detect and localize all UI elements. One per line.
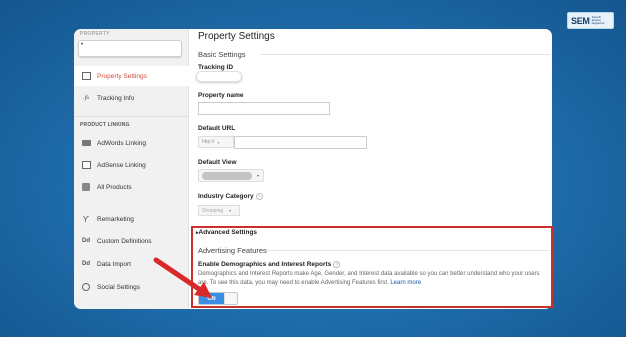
industry-category-text: Industry Category bbox=[198, 193, 254, 201]
sidebar-item-remarketing[interactable]: ϒ Remarketing bbox=[74, 209, 189, 229]
chevron-down-icon: ▾ bbox=[257, 173, 260, 178]
dd-icon: Dd bbox=[82, 238, 90, 244]
remarketing-icon: ϒ bbox=[82, 214, 90, 224]
adsense-icon bbox=[81, 161, 91, 169]
annotation-arrow-icon bbox=[153, 257, 212, 298]
table-icon bbox=[81, 72, 91, 80]
sidebar-item-all-products[interactable]: All Products bbox=[74, 177, 189, 197]
url-protocol-value: http:// bbox=[202, 139, 215, 145]
url-protocol-select[interactable]: http:// ▾ bbox=[198, 136, 234, 148]
logo-text: SEM bbox=[571, 15, 590, 26]
help-icon[interactable]: ? bbox=[255, 193, 263, 200]
section-product-linking: PRODUCT LINKING bbox=[80, 122, 130, 128]
sidebar-item-property-settings[interactable]: Property Settings bbox=[74, 66, 190, 86]
sidebar-item-label: Social Settings bbox=[97, 283, 140, 291]
sidebar-item-label: Tracking Info bbox=[97, 94, 135, 102]
page-title: Property Settings bbox=[198, 31, 275, 42]
adwords-icon bbox=[81, 139, 91, 147]
industry-category-value: Shopping bbox=[202, 207, 224, 214]
help-icon[interactable]: ? bbox=[333, 261, 341, 268]
sidebar-item-tracking-info[interactable]: .js Tracking Info bbox=[74, 88, 189, 108]
tracking-id-label: Tracking ID bbox=[198, 64, 234, 71]
default-view-value bbox=[202, 171, 252, 180]
default-view-label: Default View bbox=[198, 159, 237, 166]
sidebar-item-label: Remarketing bbox=[97, 215, 134, 223]
tracking-id-value bbox=[196, 71, 242, 82]
basic-settings-heading: Basic Settings bbox=[198, 50, 246, 59]
sidebar-item-label: All Products bbox=[97, 183, 132, 191]
advanced-settings-toggle[interactable]: ▸Advanced Settings bbox=[196, 229, 257, 236]
section-divider bbox=[260, 54, 550, 55]
logo-subtext: Search Engine Magazine bbox=[591, 15, 605, 25]
dd-icon: Dd bbox=[82, 261, 90, 267]
default-url-label: Default URL bbox=[198, 125, 236, 132]
sidebar-item-adwords-linking[interactable]: AdWords Linking bbox=[74, 133, 189, 153]
industry-category-select[interactable]: Shopping ▾ bbox=[198, 205, 240, 216]
sidebar-item-label: Custom Definitions bbox=[97, 237, 152, 245]
advanced-settings-label: Advanced Settings bbox=[198, 229, 258, 236]
chevron-down-icon: ▾ bbox=[229, 208, 232, 213]
property-selector-value: • bbox=[81, 42, 84, 48]
sidebar-item-adsense-linking[interactable]: AdSense Linking bbox=[74, 155, 189, 175]
sidebar-divider bbox=[74, 116, 189, 117]
industry-category-label: Industry Category? bbox=[198, 193, 263, 200]
demographics-description-text: Demographics and Interest Reports make A… bbox=[198, 271, 540, 286]
sidebar-item-custom-definitions[interactable]: Dd Custom Definitions bbox=[74, 231, 189, 251]
js-icon: .js bbox=[83, 95, 89, 101]
demographics-description: Demographics and Interest Reports make A… bbox=[198, 270, 550, 288]
toggle-knob bbox=[224, 293, 237, 304]
sidebar-item-label: AdSense Linking bbox=[97, 161, 146, 169]
property-name-input[interactable] bbox=[198, 102, 330, 115]
sidebar-item-label: Property Settings bbox=[97, 72, 147, 80]
section-divider bbox=[266, 250, 550, 251]
property-name-label: Property name bbox=[198, 92, 244, 99]
sem-logo: SEM Search Engine Magazine bbox=[567, 12, 614, 29]
sidebar-item-label: Data Import bbox=[97, 260, 131, 268]
sidebar-item-label: AdWords Linking bbox=[97, 139, 147, 147]
default-url-input[interactable] bbox=[234, 136, 367, 149]
default-view-select[interactable]: ▾ bbox=[198, 169, 264, 182]
chevron-down-icon: ▾ bbox=[217, 139, 220, 145]
property-selector[interactable]: • bbox=[78, 40, 182, 57]
property-label: PROPERTY bbox=[80, 31, 110, 37]
globe-icon bbox=[81, 283, 91, 291]
learn-more-link[interactable]: Learn more bbox=[390, 280, 421, 286]
all-products-icon bbox=[81, 183, 91, 191]
